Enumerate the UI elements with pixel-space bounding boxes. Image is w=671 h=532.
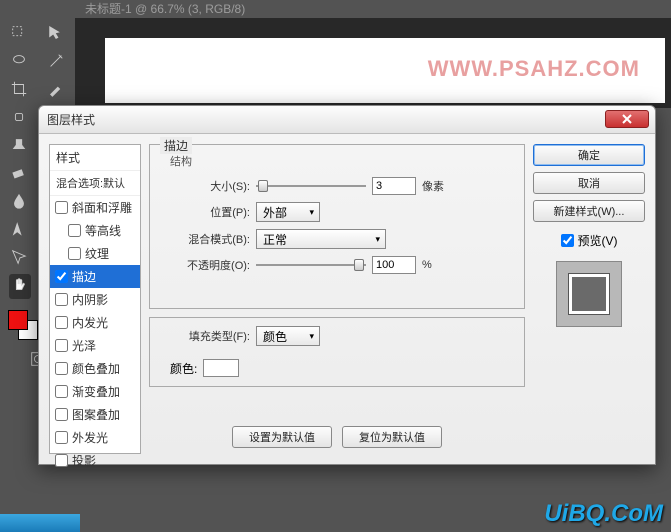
style-label: 内阴影: [72, 291, 108, 308]
position-select[interactable]: 外部: [256, 202, 320, 222]
style-label: 描边: [72, 268, 96, 285]
move-tool-icon[interactable]: [10, 24, 28, 45]
new-style-button[interactable]: 新建样式(W)...: [533, 200, 645, 222]
style-item-contour[interactable]: 等高线: [50, 219, 140, 242]
style-label: 纹理: [85, 245, 109, 262]
checkbox[interactable]: [55, 362, 68, 375]
checkbox[interactable]: [55, 431, 68, 444]
checkbox[interactable]: [55, 339, 68, 352]
blend-mode-select[interactable]: 正常: [256, 229, 386, 249]
style-item-bevel[interactable]: 斜面和浮雕: [50, 196, 140, 219]
preview-thumbnail: [556, 261, 622, 327]
wand-tool-icon[interactable]: [47, 52, 65, 73]
document-tab[interactable]: 未标题-1 @ 66.7% (3, RGB/8): [75, 0, 671, 18]
size-label: 大小(S):: [160, 178, 250, 194]
checkbox[interactable]: [68, 247, 81, 260]
style-label: 等高线: [85, 222, 121, 239]
make-default-button[interactable]: 设置为默认值: [232, 426, 332, 448]
style-label: 颜色叠加: [72, 360, 120, 377]
checkbox[interactable]: [55, 293, 68, 306]
arrow-tool-icon[interactable]: [47, 24, 65, 45]
panel-title: 描边: [160, 137, 192, 154]
style-label: 外发光: [72, 429, 108, 446]
dialog-titlebar[interactable]: 图层样式: [39, 106, 655, 134]
reset-default-button[interactable]: 复位为默认值: [342, 426, 442, 448]
styles-list: 样式 混合选项:默认 斜面和浮雕 等高线 纹理 描边 内阴影 内发光 光泽 颜色…: [49, 144, 141, 454]
layer-style-dialog: 图层样式 样式 混合选项:默认 斜面和浮雕 等高线 纹理 描边 内阴影 内发光 …: [38, 105, 656, 465]
crop-tool-icon[interactable]: [10, 80, 28, 101]
fill-type-label: 填充类型(F):: [160, 328, 250, 344]
checkbox[interactable]: [68, 224, 81, 237]
stamp-tool-icon[interactable]: [10, 136, 28, 157]
ok-button[interactable]: 确定: [533, 144, 645, 166]
style-label: 图案叠加: [72, 406, 120, 423]
checkbox[interactable]: [55, 270, 68, 283]
style-item-inner-shadow[interactable]: 内阴影: [50, 288, 140, 311]
close-button[interactable]: [605, 110, 649, 128]
style-item-pattern-overlay[interactable]: 图案叠加: [50, 403, 140, 426]
checkbox[interactable]: [55, 454, 68, 467]
dialog-right-panel: 确定 取消 新建样式(W)... 预览(V): [533, 144, 645, 454]
lasso-tool-icon[interactable]: [10, 52, 28, 73]
style-label: 斜面和浮雕: [72, 199, 132, 216]
structure-label: 结构: [170, 153, 192, 169]
style-label: 内发光: [72, 314, 108, 331]
style-label: 光泽: [72, 337, 96, 354]
checkbox[interactable]: [55, 385, 68, 398]
size-input[interactable]: [372, 177, 416, 195]
opacity-slider[interactable]: [256, 258, 366, 272]
style-label: 渐变叠加: [72, 383, 120, 400]
style-item-texture[interactable]: 纹理: [50, 242, 140, 265]
style-item-satin[interactable]: 光泽: [50, 334, 140, 357]
preview-checkbox-row[interactable]: 预览(V): [533, 232, 645, 249]
style-item-gradient-overlay[interactable]: 渐变叠加: [50, 380, 140, 403]
checkbox[interactable]: [55, 408, 68, 421]
position-label: 位置(P):: [160, 204, 250, 220]
color-well[interactable]: [203, 359, 239, 377]
style-item-drop-shadow[interactable]: 投影: [50, 449, 140, 472]
pen-tool-icon[interactable]: [10, 220, 28, 241]
color-label: 颜色:: [170, 360, 197, 377]
styles-header[interactable]: 样式: [50, 145, 140, 171]
checkbox[interactable]: [55, 201, 68, 214]
fill-type-select[interactable]: 颜色: [256, 326, 320, 346]
style-item-color-overlay[interactable]: 颜色叠加: [50, 357, 140, 380]
site-watermark: UiBQ.CoM: [544, 500, 663, 528]
cancel-button[interactable]: 取消: [533, 172, 645, 194]
preview-inner: [569, 274, 609, 314]
stroke-settings-panel: 描边 结构 大小(S): 像素 位置(P): 外部 混合模式(B):: [149, 144, 525, 454]
style-item-stroke[interactable]: 描边: [50, 265, 140, 288]
style-item-outer-glow[interactable]: 外发光: [50, 426, 140, 449]
style-item-inner-glow[interactable]: 内发光: [50, 311, 140, 334]
style-label: 投影: [72, 452, 96, 469]
hand-tool-icon[interactable]: [9, 274, 31, 299]
blur-tool-icon[interactable]: [10, 192, 28, 213]
checkbox[interactable]: [55, 316, 68, 329]
preview-checkbox[interactable]: [561, 234, 574, 247]
blend-mode-label: 混合模式(B):: [160, 231, 250, 247]
color-swatches[interactable]: [8, 310, 38, 340]
opacity-unit: %: [422, 259, 432, 271]
taskbar: [0, 514, 80, 532]
canvas-area: WWW.PSAHZ.COM: [75, 18, 671, 108]
dialog-title: 图层样式: [47, 111, 95, 128]
watermark-text: WWW.PSAHZ.COM: [428, 56, 640, 82]
foreground-color-swatch[interactable]: [8, 310, 28, 330]
preview-label: 预览(V): [578, 232, 618, 249]
eraser-tool-icon[interactable]: [10, 164, 28, 185]
eyedropper-tool-icon[interactable]: [47, 80, 65, 101]
canvas[interactable]: WWW.PSAHZ.COM: [105, 38, 665, 103]
opacity-input[interactable]: [372, 256, 416, 274]
size-slider[interactable]: [256, 179, 366, 193]
heal-tool-icon[interactable]: [10, 108, 28, 129]
size-unit: 像素: [422, 178, 444, 194]
opacity-label: 不透明度(O):: [160, 257, 250, 273]
blend-options-item[interactable]: 混合选项:默认: [50, 171, 140, 196]
path-tool-icon[interactable]: [10, 248, 28, 269]
